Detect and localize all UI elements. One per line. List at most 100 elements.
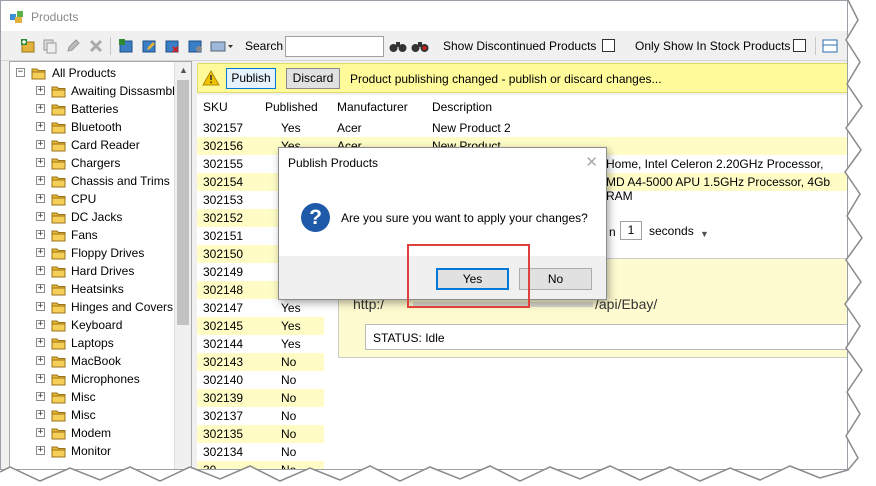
tree-item[interactable]: + CPU (10, 190, 174, 208)
table-row[interactable]: 302137 No (197, 407, 324, 425)
edit-pencil-icon[interactable] (64, 37, 82, 55)
tree-item[interactable]: + MacBook (10, 352, 174, 370)
sku-cell: 302150 (203, 247, 244, 261)
table-row[interactable]: 302140 No (197, 371, 324, 389)
expand-icon[interactable]: + (36, 248, 45, 257)
expand-icon[interactable]: + (36, 356, 45, 365)
discard-button[interactable]: Discard (286, 68, 340, 89)
tree-item[interactable]: + Heatsinks (10, 280, 174, 298)
table-row[interactable]: 302135 No (197, 425, 324, 443)
column-header-sku[interactable]: SKU (203, 100, 228, 114)
tree-item[interactable]: + Bluetooth (10, 118, 174, 136)
expand-icon[interactable]: + (36, 122, 45, 131)
tree-item[interactable]: + Awaiting Dissasmbly (10, 82, 181, 100)
expand-icon[interactable]: + (36, 230, 45, 239)
tree-item[interactable]: + Hinges and Covers (10, 298, 174, 316)
edit-category-icon[interactable] (140, 37, 158, 55)
tree-item[interactable]: + Floppy Drives (10, 244, 174, 262)
column-header-description[interactable]: Description (432, 100, 492, 114)
folder-icon (51, 408, 66, 422)
expand-icon[interactable]: + (36, 302, 45, 311)
table-row[interactable]: 302143 No (197, 353, 324, 371)
tree-item[interactable]: + Card Reader (10, 136, 174, 154)
tree-item-label: DC Jacks (71, 210, 123, 224)
column-header-published[interactable]: Published (265, 100, 318, 114)
tree-item-label: Misc (71, 390, 96, 404)
show-in-stock-checkbox[interactable] (793, 39, 806, 52)
tree-item[interactable]: + Fans (10, 226, 174, 244)
publish-button[interactable]: Publish (226, 68, 276, 89)
tree-item[interactable]: + DC Jacks (10, 208, 174, 226)
add-category-icon[interactable] (117, 37, 135, 55)
sku-cell: 302156 (203, 139, 244, 153)
delete-icon[interactable] (87, 37, 105, 55)
tree-item[interactable]: + Monitor (10, 442, 174, 460)
tree-scroll-thumb[interactable] (177, 80, 189, 325)
expand-icon[interactable]: + (36, 338, 45, 347)
interval-input[interactable]: 1 (620, 221, 642, 240)
tree-item[interactable]: + Modem (10, 424, 174, 442)
table-row[interactable]: 302139 No (197, 389, 324, 407)
expand-icon[interactable]: + (36, 392, 45, 401)
expand-icon[interactable]: + (36, 320, 45, 329)
tree-item[interactable]: + Chargers (10, 154, 174, 172)
tree-item[interactable]: + Laptops (10, 334, 174, 352)
binoculars-find-icon[interactable] (389, 37, 407, 55)
tree-root-all-products[interactable]: − All Products (10, 64, 174, 82)
expand-icon[interactable]: + (36, 104, 45, 113)
tree-item[interactable]: + Microphones (10, 370, 174, 388)
table-row[interactable]: 302147 Yes (197, 299, 324, 317)
expand-icon[interactable]: + (36, 140, 45, 149)
expand-icon[interactable]: + (36, 410, 45, 419)
sku-cell: 302137 (203, 409, 244, 423)
status-box: STATUS: Idle (365, 324, 847, 350)
chevron-down-icon[interactable]: ▼ (700, 229, 709, 239)
expand-icon[interactable]: + (36, 176, 45, 185)
table-row[interactable]: 302144 Yes (197, 335, 324, 353)
table-row[interactable]: 30 No (197, 461, 324, 469)
expand-icon[interactable]: + (36, 212, 45, 221)
close-icon[interactable]: ✕ (585, 153, 598, 171)
expand-icon[interactable]: + (36, 86, 45, 95)
table-row[interactable]: 302157 Yes (197, 119, 324, 137)
search-label: Search (245, 39, 284, 53)
column-header-manufacturer[interactable]: Manufacturer (337, 100, 408, 114)
collapse-icon[interactable]: − (16, 68, 25, 77)
tree-item[interactable]: + Keyboard (10, 316, 174, 334)
folder-icon (51, 138, 66, 152)
expand-icon[interactable]: + (36, 428, 45, 437)
folder-icon (51, 336, 66, 350)
tree-item[interactable]: + Hard Drives (10, 262, 174, 280)
copy-product-icon[interactable] (41, 37, 59, 55)
scroll-up-arrow-icon[interactable]: ▲ (175, 62, 191, 79)
binoculars-clear-icon[interactable] (411, 37, 429, 55)
expand-icon[interactable]: + (36, 446, 45, 455)
folder-icon (51, 246, 66, 260)
folder-icon (51, 264, 66, 278)
add-product-icon[interactable] (19, 37, 37, 55)
tree-item[interactable]: + Batteries (10, 100, 174, 118)
expand-icon[interactable]: + (36, 284, 45, 293)
layout-panel-icon[interactable] (821, 37, 839, 55)
tree-item-label: Batteries (71, 102, 119, 116)
search-input[interactable] (285, 36, 384, 57)
export-dropdown-icon[interactable] (209, 37, 235, 55)
show-discontinued-checkbox[interactable] (602, 39, 615, 52)
table-row[interactable]: 302134 No (197, 443, 324, 461)
folder-icon (51, 372, 66, 386)
expand-icon[interactable]: + (36, 374, 45, 383)
tree-item[interactable]: + Chassis and Trims (10, 172, 174, 190)
tree-item[interactable]: + Misc (10, 406, 174, 424)
sku-cell: 302140 (203, 373, 244, 387)
delete-category-icon[interactable] (163, 37, 181, 55)
expand-icon[interactable]: + (36, 266, 45, 275)
table-row[interactable]: Acer New Product 2 (324, 119, 847, 137)
tree-scrollbar[interactable]: ▲ (174, 62, 191, 469)
expand-icon[interactable]: + (36, 194, 45, 203)
tree-item[interactable]: + Misc (10, 388, 174, 406)
tree-item-label: Chargers (71, 156, 121, 170)
category-users-icon[interactable] (186, 37, 204, 55)
table-row[interactable]: 302145 Yes (197, 317, 324, 335)
expand-icon[interactable]: + (36, 158, 45, 167)
tree-item-label: Bluetooth (71, 120, 122, 134)
